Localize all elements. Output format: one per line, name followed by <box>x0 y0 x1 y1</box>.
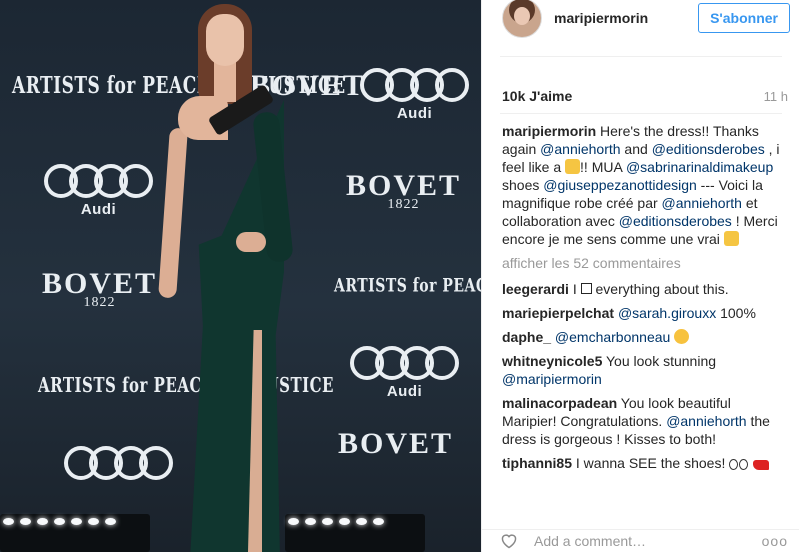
mention-link[interactable]: @editionsderobes <box>619 213 732 229</box>
audi-word: Audi <box>386 383 423 400</box>
caption-username[interactable]: maripiermorin <box>502 123 596 139</box>
stage-light <box>285 514 425 552</box>
post-meta: 10k J'aime 11 h <box>482 79 799 113</box>
mention-link[interactable]: @anniehorth <box>540 141 620 157</box>
mention-link[interactable]: @emcharbonneau <box>555 329 670 345</box>
comment-text: I wanna SEE the shoes! <box>572 455 730 471</box>
post-header: maripiermorin S'abonner <box>482 0 799 38</box>
comment-username[interactable]: daphe_ <box>502 329 551 345</box>
comment-text: everything about this. <box>591 281 729 297</box>
avatar[interactable] <box>502 0 542 38</box>
heart-icon[interactable] <box>500 533 518 549</box>
audi-word: Audi <box>80 201 117 218</box>
backdrop-logo-audi: Audi <box>44 164 153 218</box>
stage-light <box>0 514 150 552</box>
mention-link[interactable]: @sarah.girouxx <box>618 305 716 321</box>
caption-text: and <box>620 141 652 157</box>
comment-item: mariepierpelchat @sarah.girouxx 100% <box>502 304 786 322</box>
eyes-emoji-icon <box>739 459 749 470</box>
backdrop-logo-audi: Audi <box>360 68 469 122</box>
comment-text: 100% <box>716 305 756 321</box>
mention-link[interactable]: @anniehorth <box>666 413 746 429</box>
eyes-emoji-icon <box>729 459 739 470</box>
audi-word: Audi <box>396 105 433 122</box>
post-side-panel: maripiermorin S'abonner 10k J'aime 11 h … <box>481 0 799 552</box>
caption: maripiermorin Here's the dress!! Thanks … <box>502 122 786 248</box>
backdrop-logo-audi <box>64 446 173 480</box>
mention-link[interactable]: @giuseppezanottidesign <box>543 177 697 193</box>
post-photo[interactable]: ARTISTS for PEACE and JUSTICE BOVET Audi… <box>0 0 481 552</box>
comment-username[interactable]: malinacorpadean <box>502 395 617 411</box>
follow-button[interactable]: S'abonner <box>698 3 790 33</box>
comment-text: You look stunning <box>602 353 717 369</box>
comment-text: I <box>568 281 581 297</box>
comments-list: maripiermorin Here's the dress!! Thanks … <box>482 114 799 472</box>
post-time[interactable]: 11 h <box>764 89 788 104</box>
comment-username[interactable]: whitneynicole5 <box>502 353 602 369</box>
comment-item: whitneynicole5 You look stunning @maripi… <box>502 352 786 388</box>
princess-emoji-icon <box>723 231 739 246</box>
header-divider <box>500 56 782 57</box>
comment-bar: Add a comment… ooo <box>482 529 799 552</box>
mention-link[interactable]: @editionsderobes <box>652 141 765 157</box>
comment-item: leegerardi I everything about this. <box>502 280 786 298</box>
missing-glyph-icon <box>580 283 592 294</box>
heart-eyes-emoji-icon <box>674 329 690 344</box>
likes-count[interactable]: 10k J'aime <box>502 88 572 104</box>
comment-item: tiphanni85 I wanna SEE the shoes! <box>502 454 786 472</box>
backdrop-logo-audi: Audi <box>350 346 459 400</box>
comment-item: malinacorpadean You look beautiful Marip… <box>502 394 786 448</box>
caption-text: shoes <box>502 177 544 193</box>
comment-item: daphe_ @emcharbonneau <box>502 328 786 346</box>
load-more-comments[interactable]: afficher les 52 commentaires <box>502 254 786 272</box>
backdrop-logo-bovet: BOVET 1822 <box>346 171 461 212</box>
comment-username[interactable]: leegerardi <box>502 281 569 297</box>
more-options-button[interactable]: ooo <box>762 533 788 549</box>
bovet-word: BOVET <box>338 427 454 460</box>
woman-in-green-dress <box>158 0 300 552</box>
mention-link[interactable]: @maripiermorin <box>502 371 602 387</box>
mention-link[interactable]: @sabrinarinaldimakeup <box>626 159 773 175</box>
backdrop-logo-bovet: BOVET 1822 <box>42 269 157 310</box>
princess-emoji-icon <box>565 159 581 174</box>
add-comment-input[interactable]: Add a comment… <box>534 533 762 549</box>
header-username[interactable]: maripiermorin <box>554 10 698 26</box>
high-heel-emoji-icon <box>753 460 770 470</box>
comment-username[interactable]: tiphanni85 <box>502 455 572 471</box>
backdrop-logo-apj: ARTISTS for PEACE and JUSTICE <box>334 275 481 297</box>
caption-text: !! MUA <box>580 159 626 175</box>
comment-username[interactable]: mariepierpelchat <box>502 305 614 321</box>
backdrop-logo-bovet: BOVET <box>338 427 454 460</box>
mention-link[interactable]: @anniehorth <box>662 195 742 211</box>
